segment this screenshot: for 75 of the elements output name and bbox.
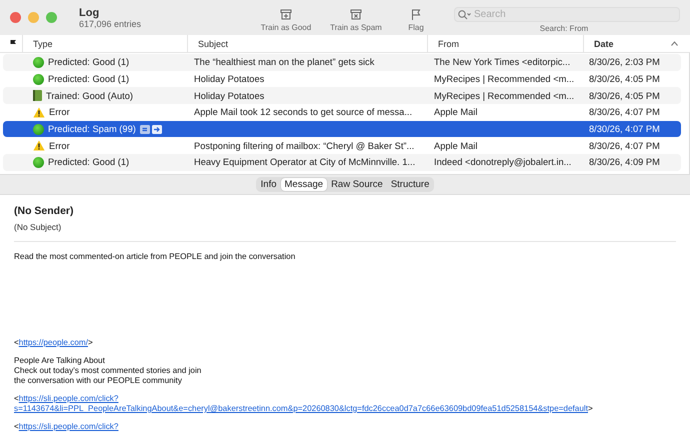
bracket: > xyxy=(588,404,593,414)
bracket: < xyxy=(14,394,19,404)
type-cell: Predicted: Good (1) xyxy=(48,74,130,84)
type-cell: Predicted: Spam (99) xyxy=(48,124,136,134)
date-cell: 8/30/26, 4:07 PM xyxy=(589,124,660,134)
message-subject: (No Subject) xyxy=(14,222,62,232)
type-cell: Error xyxy=(49,107,70,118)
column-header[interactable]: Date xyxy=(583,35,690,52)
tray-x-icon xyxy=(350,9,362,20)
detail-tab[interactable]: Message xyxy=(280,178,328,191)
detail-tab[interactable]: Structure xyxy=(386,178,434,191)
from-cell: Indeed <donotreply@jobalert.in... xyxy=(434,157,572,168)
status-circle-icon xyxy=(33,56,44,68)
log-row[interactable]: Predicted: Good (1) Heavy Equipment Operator at City of McMinnville. 1... Indeed <donotreply@jobalert.in... 8/30/26, 4:09 PM xyxy=(3,154,681,171)
date-cell: 8/30/26, 2:03 PM xyxy=(589,57,660,68)
train-button[interactable]: Train as Spam xyxy=(324,9,388,32)
search-field[interactable]: Search xyxy=(454,6,680,22)
from-cell: MyRecipes | Recommended <m... xyxy=(434,74,574,84)
type-cell: Predicted: Good (1) xyxy=(48,157,130,168)
bracket: > xyxy=(88,338,93,348)
date-cell: 8/30/26, 4:07 PM xyxy=(589,140,660,151)
status-circle-icon xyxy=(33,156,44,168)
subject-cell: Heavy Equipment Operator at City of McMinnville. 1... xyxy=(194,157,416,168)
column-header[interactable]: Subject xyxy=(187,35,427,52)
from-cell: MyRecipes | Recommended <m... xyxy=(434,90,574,101)
tray-plus-icon xyxy=(280,9,292,20)
message-link[interactable]: https://sli.people.com/click? xyxy=(18,394,118,404)
subject-cell: Postponing filtering of mailbox: “Cheryl @ Baker St”... xyxy=(194,140,414,151)
message-text: People Are Talking About Check out today’s most commented stories and join the conversation with our PEOPLE community xyxy=(14,356,202,386)
column-header[interactable]: Type xyxy=(22,35,187,52)
date-cell: 8/30/26, 4:09 PM xyxy=(589,157,660,168)
entry-count: 617,096 entries xyxy=(79,18,142,28)
date-cell: 8/30/26, 4:05 PM xyxy=(589,90,660,101)
type-cell: Predicted: Good (1) xyxy=(48,57,130,68)
train-button[interactable]: Train as Good xyxy=(254,9,318,32)
subject-cell: Holiday Potatoes xyxy=(194,90,264,101)
window-title: Log xyxy=(79,6,100,18)
message-sender: (No Sender) xyxy=(14,204,75,217)
from-cell: The New York Times <editorpic... xyxy=(434,57,570,68)
type-cell: Trained: Good (Auto) xyxy=(46,90,133,101)
sort-caret-icon xyxy=(671,41,678,46)
bracket: < xyxy=(14,422,19,432)
warning-icon xyxy=(33,106,45,118)
status-circle-icon xyxy=(33,124,44,135)
flag-button[interactable]: Flag xyxy=(394,9,438,32)
subject-cell: Apple Mail took 12 seconds to get source of messa... xyxy=(194,107,412,118)
warning-icon xyxy=(33,140,45,152)
from-cell: Apple Mail xyxy=(434,107,478,118)
flag-icon xyxy=(10,40,16,47)
from-cell: Apple Mail xyxy=(434,140,478,151)
bracket: < xyxy=(14,338,19,348)
log-row[interactable]: Predicted: Good (1) The “healthiest man on the planet” gets sick The New York Times <editorpic... 8/30/26, 2:03 PM xyxy=(3,54,681,71)
close-button[interactable] xyxy=(10,12,21,23)
message-link[interactable]: s=1143674&li=PPL_PeopleAreTalkingAbout&e=cheryl@bakerstreetinn.com&p=20260830&lctg=fdc26ccea0d7a7c66e63609bd09fea51d5258154&stpe=default xyxy=(14,404,588,414)
message-link[interactable]: https://people.com/ xyxy=(18,338,88,348)
subject-cell: Holiday Potatoes xyxy=(194,74,264,84)
date-cell: 8/30/26, 4:05 PM xyxy=(589,74,660,84)
subject-cell: The “healthiest man on the planet” gets sick xyxy=(194,57,374,68)
flag-icon xyxy=(411,9,421,20)
detail-tab[interactable]: Raw Source xyxy=(327,178,387,191)
log-row[interactable]: Predicted: Good (1) Holiday Potatoes MyRecipes | Recommended <m... 8/30/26, 4:05 PM xyxy=(3,70,681,88)
detail-tab[interactable]: Info xyxy=(256,178,280,191)
status-circle-icon xyxy=(33,74,44,85)
log-row[interactable]: Trained: Good (Auto) Holiday Potatoes MyRecipes | Recommended <m... 8/30/26, 4:05 PM xyxy=(3,87,681,104)
date-cell: 8/30/26, 4:07 PM xyxy=(589,107,660,118)
column-header[interactable]: From xyxy=(427,35,583,52)
message-link[interactable]: https://sli.people.com/click? xyxy=(18,422,118,432)
minimize-button[interactable] xyxy=(28,12,39,23)
search-icon xyxy=(458,10,471,20)
search-scope: Search: From xyxy=(540,24,588,32)
book-icon xyxy=(33,90,42,102)
zoom-button[interactable] xyxy=(46,12,57,23)
log-row[interactable]: Predicted: Spam (99) 8/30/26, 4:07 PM xyxy=(3,120,681,138)
message-text: Read the most commented-on article from PEOPLE and join the conversation xyxy=(14,252,296,262)
type-cell: Error xyxy=(49,140,70,151)
